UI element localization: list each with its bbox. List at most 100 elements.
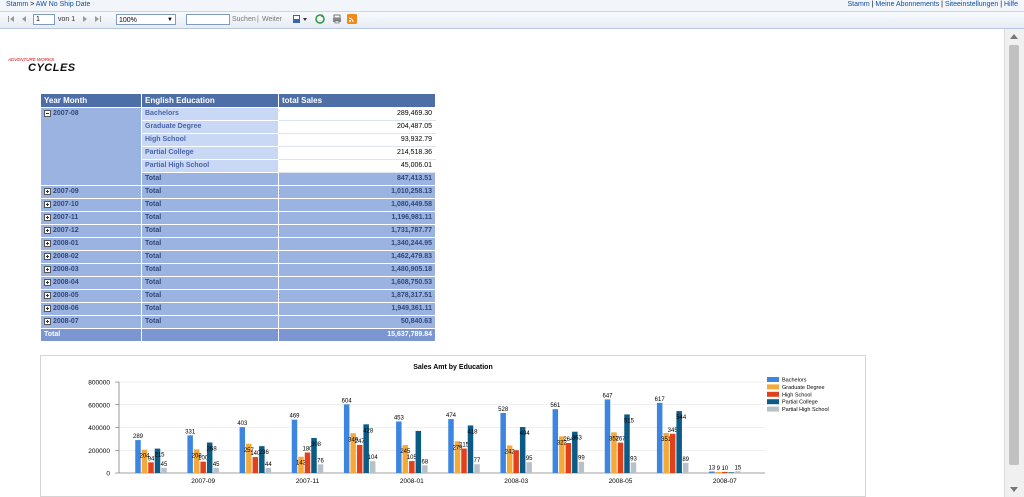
data-label: 10 [721,466,728,472]
table-row: 2008-05 Total 1,878,317.51 [40,289,436,303]
chart-title: Sales Amt by Education [413,364,492,371]
vertical-scrollbar[interactable] [1004,29,1024,497]
year-month-label[interactable]: 2008-06 [53,305,79,312]
first-page-icon[interactable] [6,14,16,24]
legend-swatch [767,399,779,405]
bar [735,471,741,473]
top-link-help[interactable]: Hilfe [1004,1,1018,8]
collapse-icon[interactable] [44,109,51,117]
top-link-subscriptions[interactable]: Meine Abonnements [875,1,939,8]
scroll-up-icon[interactable] [1010,34,1018,39]
top-link-site-settings[interactable]: Siteeinstellungen [945,1,998,8]
logo-name: CYCLES [28,62,76,74]
year-month-cell: 2008-01 [40,237,142,251]
data-label: 428 [363,428,374,434]
breadcrumb-report-link[interactable]: AW No Ship Date [36,1,91,8]
table-row: 2007-09 Total 1,010,258.13 [40,185,436,199]
refresh-icon[interactable] [315,14,325,24]
data-label: 215 [154,453,165,459]
zoom-value: 100% [119,17,137,24]
year-month-label[interactable]: 2007-12 [53,227,79,234]
scroll-down-icon[interactable] [1010,487,1018,492]
data-label: 77 [474,458,481,464]
table-row: 2007-11 Total 1,196,981.11 [40,211,436,225]
breadcrumb-home-link[interactable]: Stamm [6,1,28,8]
year-month-label[interactable]: 2008-02 [53,253,79,260]
grand-total-blank [141,328,279,342]
find-link[interactable]: Suchen [232,14,256,25]
expand-icon[interactable] [44,226,51,234]
year-month-label[interactable]: 2008-07 [53,318,79,325]
year-month-label[interactable]: 2008-05 [53,292,79,299]
export-icon[interactable] [292,14,302,24]
education-cell: Bachelors [141,107,279,121]
y-tick-label: 400000 [88,425,110,432]
bar [252,457,259,473]
total-label: Total [141,211,279,225]
year-month-cell: 2008-03 [40,263,142,277]
bar [356,444,363,473]
scrollbar-thumb[interactable] [1009,45,1019,465]
print-icon[interactable] [332,14,342,24]
table-row: 2008-01 Total 1,340,244.95 [40,237,436,251]
total-label: Total [141,250,279,264]
last-page-icon[interactable] [93,14,103,24]
expand-icon[interactable] [44,200,51,208]
expand-icon[interactable] [44,278,51,286]
export-dropdown-icon[interactable] [302,14,308,24]
year-month-label[interactable]: 2008-04 [53,279,79,286]
next-page-icon[interactable] [80,14,90,24]
expand-icon[interactable] [44,239,51,247]
breadcrumb: Stamm > AW No Ship Date [6,1,90,8]
year-month-label[interactable]: 2007-08 [53,110,79,117]
sales-chart: Sales Amt by Education 0 200000 400000 60000… [40,355,866,497]
expand-icon[interactable] [44,291,51,299]
rss-feed-icon[interactable] [347,14,357,24]
legend-label: Partial High School [782,407,829,413]
education-cell: High School [141,133,279,147]
year-month-label[interactable]: 2007-09 [53,188,79,195]
bar [422,465,428,473]
find-next-link[interactable]: Weiter [262,14,282,25]
bar [317,464,324,473]
expand-icon[interactable] [44,187,51,195]
x-tick-label: 2008-05 [609,478,633,485]
zoom-select[interactable]: 100% ▼ [116,14,176,25]
year-month-label[interactable]: 2007-10 [53,201,79,208]
year-month-cell: 2007-10 [40,198,142,212]
find-text-input[interactable] [186,14,230,25]
data-label: 418 [467,429,478,435]
total-label: Total [141,302,279,316]
top-link-home[interactable]: Stamm [848,1,870,8]
total-label: Total [141,198,279,212]
expand-icon[interactable] [44,252,51,260]
expand-icon[interactable] [44,265,51,273]
data-label: 15 [734,465,741,471]
year-month-cell: 2007-08 [40,107,142,186]
expand-icon[interactable] [44,317,51,325]
data-label: 528 [498,407,509,413]
previous-page-icon[interactable] [19,14,29,24]
data-label: 331 [185,429,196,435]
data-label: 469 [289,414,300,420]
total-value: 1,462,479.83 [278,250,436,264]
year-month-cell: 2008-02 [40,250,142,264]
year-month-label[interactable]: 2008-01 [53,240,79,247]
bar [630,462,637,473]
table-row: 2008-04 Total 1,608,750.53 [40,276,436,290]
company-logo: ADVENTURE WORKS CYCLES [8,57,78,79]
year-month-label[interactable]: 2007-11 [53,214,78,221]
x-tick-label: 2008-03 [504,478,528,485]
y-tick-label: 200000 [88,448,110,455]
total-label: Total [141,263,279,277]
expand-icon[interactable] [44,304,51,312]
year-month-cell: 2008-06 [40,302,142,316]
education-cell: Partial College [141,146,279,160]
legend-label: High School [782,392,812,398]
expand-icon[interactable] [44,213,51,221]
top-links: Stamm | Meine Abonnements | Siteeinstell… [847,1,1019,8]
page-number-input[interactable] [33,14,55,25]
year-month-label[interactable]: 2008-03 [53,266,79,273]
total-label: Total [141,276,279,290]
bar [161,467,167,473]
